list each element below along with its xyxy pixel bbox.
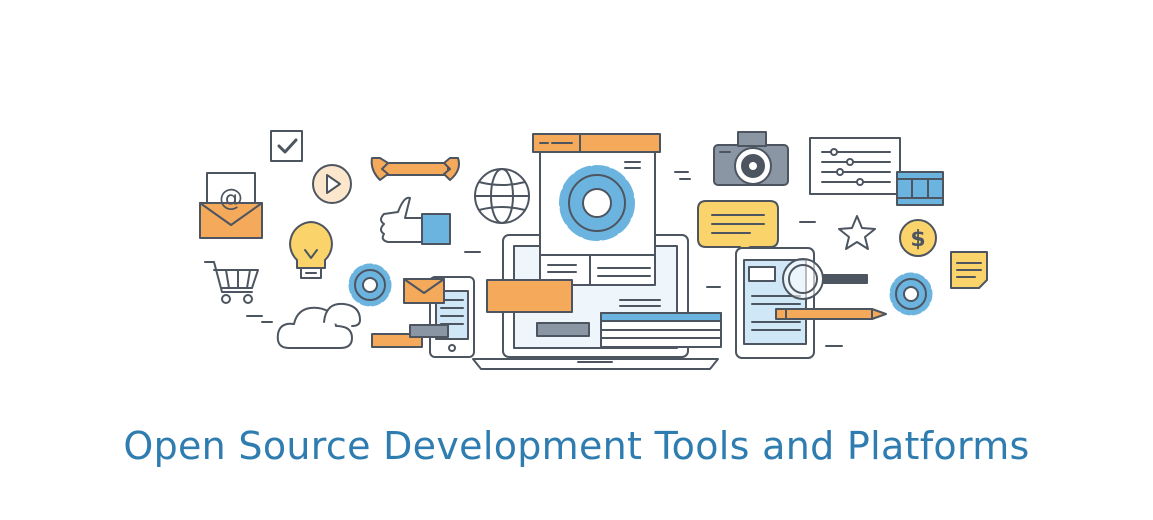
orange-panel: [486, 279, 573, 313]
cloud-icon: [276, 302, 361, 349]
globe-icon: [474, 168, 530, 224]
email-envelope-icon: @: [199, 172, 263, 239]
checkbox-icon: [270, 130, 303, 162]
pencil-icon: [775, 308, 887, 320]
magnifier-icon: [782, 258, 868, 300]
film-strip-icon: [896, 171, 944, 206]
dollar-symbol: $: [910, 227, 925, 252]
gray-bar: [409, 324, 449, 338]
play-button-icon: [312, 164, 352, 204]
mail-icon: [403, 278, 445, 304]
gear-icon: [559, 165, 635, 241]
light-bulb-icon: [289, 221, 333, 279]
banner-title: Open Source Development Tools and Platfo…: [123, 424, 1030, 468]
camera-icon: [713, 131, 789, 186]
right-gear-icon: [889, 272, 933, 316]
sticky-note-icon: [950, 251, 988, 289]
shopping-cart-icon: [204, 261, 259, 304]
at-symbol: @: [219, 184, 243, 212]
gray-panel: [536, 322, 590, 337]
star-icon: [838, 215, 876, 250]
small-gear-icon: [348, 263, 392, 307]
dollar-coin-icon: $: [899, 219, 937, 257]
sliders-panel-icon: [809, 137, 901, 195]
illustration: @ $: [199, 130, 988, 370]
thumbs-up-icon: [380, 196, 451, 245]
wrench-icon: [370, 157, 460, 181]
